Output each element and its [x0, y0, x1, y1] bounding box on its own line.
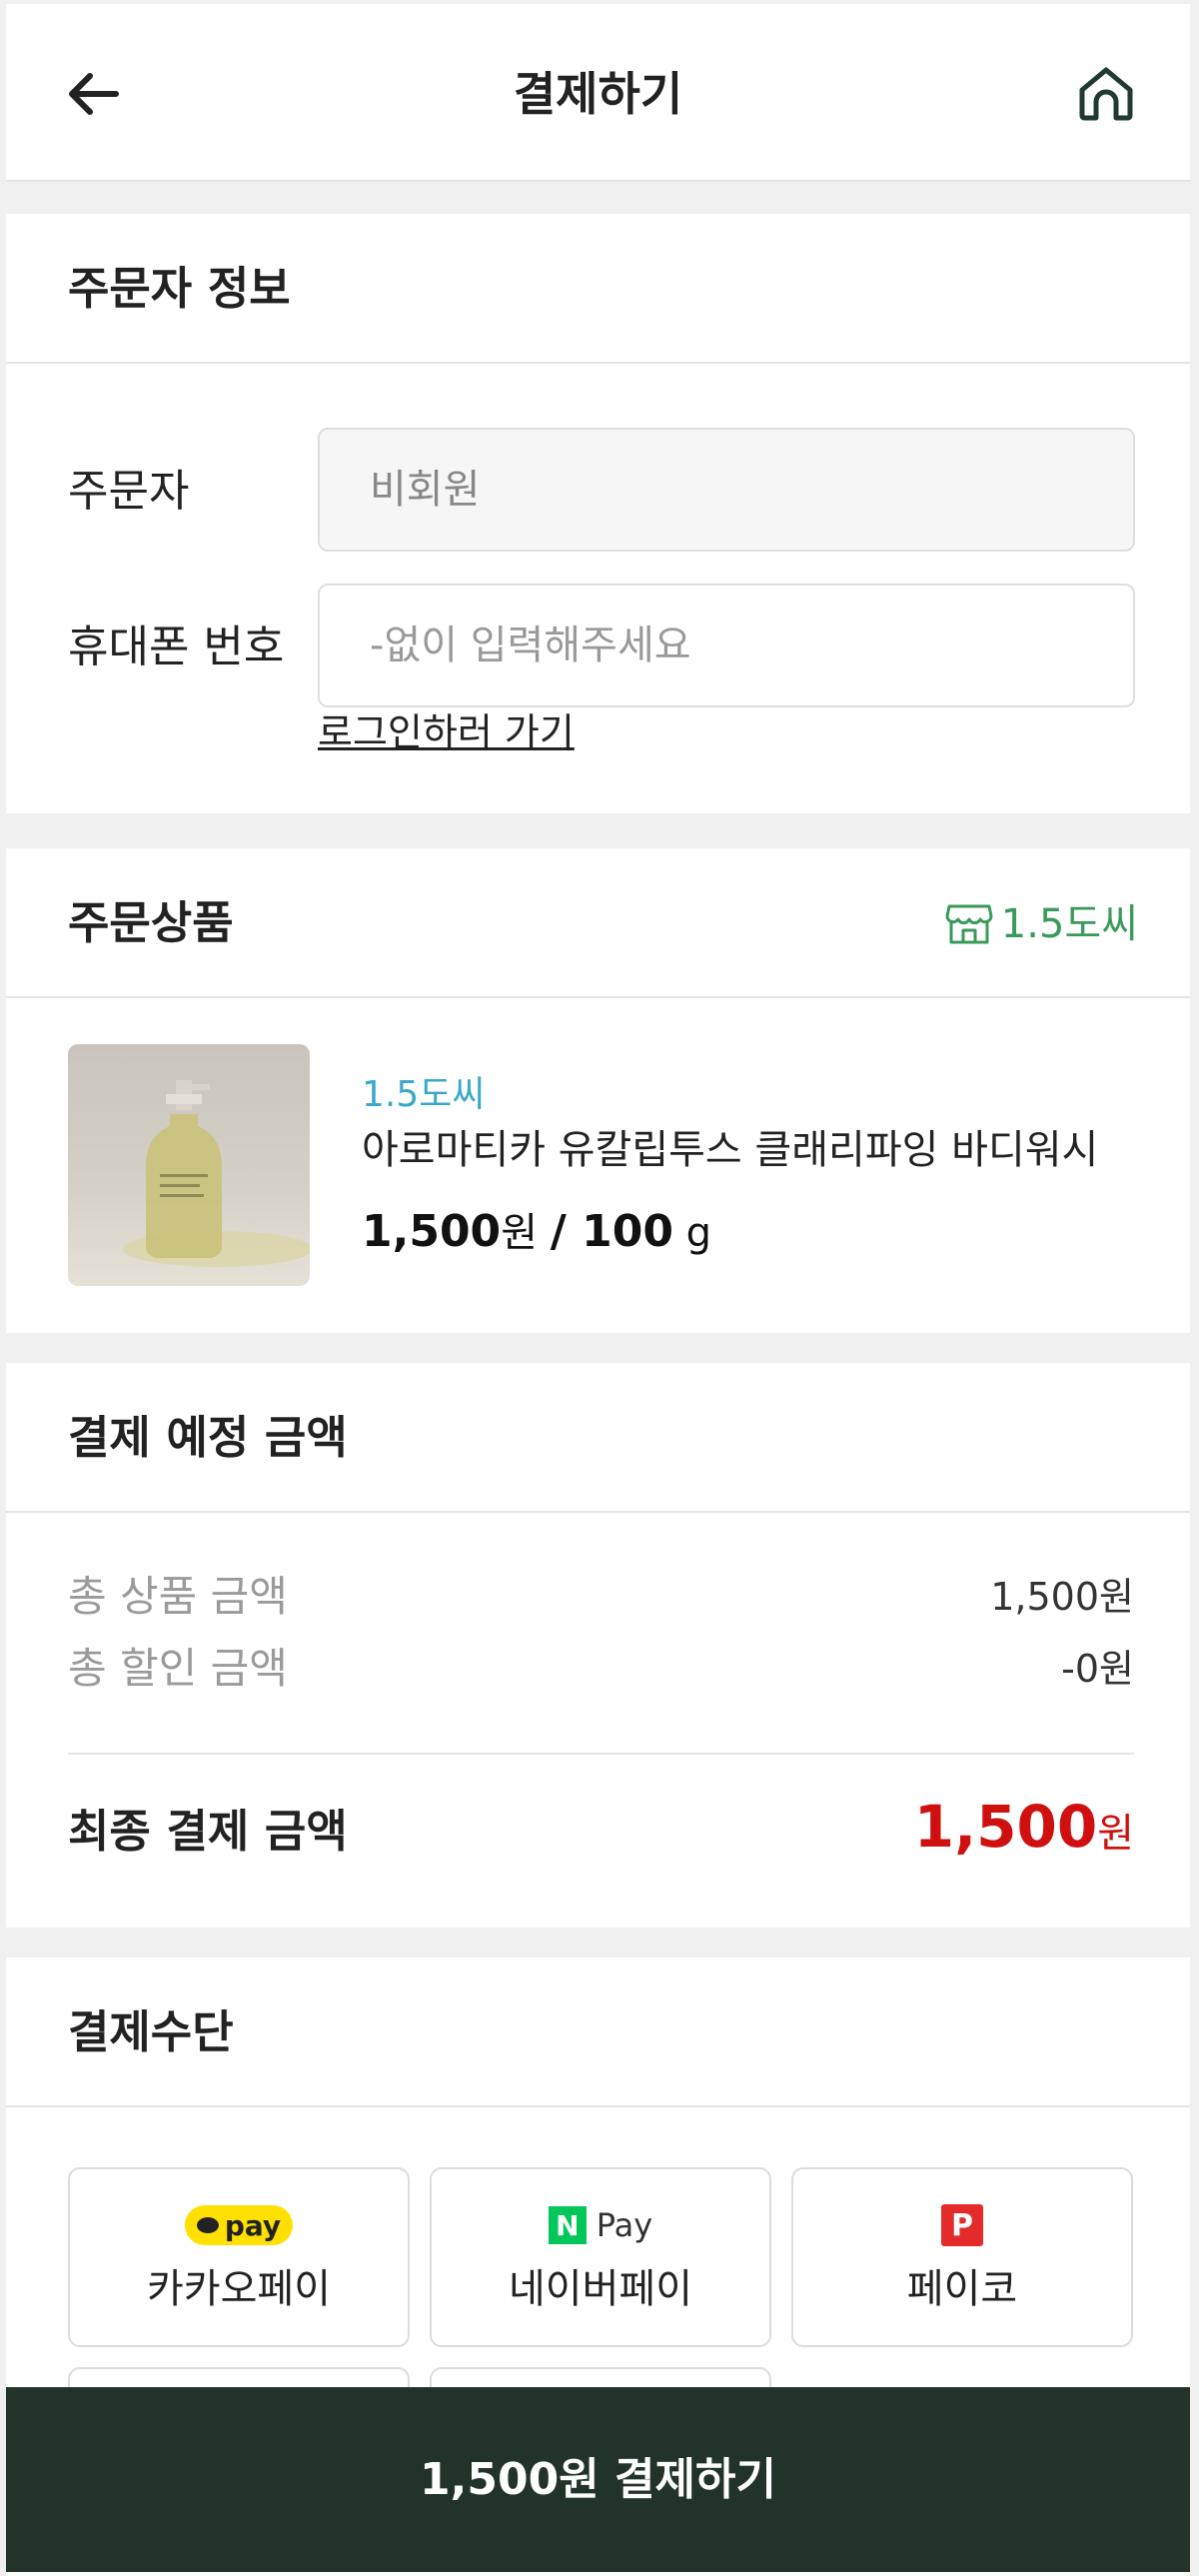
discount-row: 총 할인 금액 -0원 [68, 1639, 1134, 1699]
summary-section-header: 결제 예정 금액 [6, 1363, 1190, 1513]
quantity-amount: / 100 [550, 1206, 673, 1257]
final-price-amount: 1,500 [913, 1793, 1098, 1861]
discount-value: -0원 [1061, 1647, 1134, 1691]
payco-button[interactable]: P 페이코 [791, 2167, 1133, 2347]
home-icon[interactable] [1074, 62, 1138, 126]
section-title: 결제수단 [68, 2005, 234, 2058]
quantity-unit: g [685, 1210, 712, 1256]
price-unit: 원 [501, 1210, 538, 1256]
total-price-value: 1,500원 [990, 1575, 1134, 1619]
section-title: 주문자 정보 [68, 262, 291, 315]
discount-label: 총 할인 금액 [68, 1644, 288, 1693]
naverpay-button[interactable]: N Pay 네이버페이 [430, 2167, 771, 2347]
payco-label: 페이코 [906, 2266, 1018, 2312]
total-price-label: 총 상품 금액 [68, 1572, 288, 1621]
product-section: 주문상품 1.5도씨 1.5도씨 아로마티카 유칼립투스 클래리파잉 바디워시 … [6, 848, 1190, 1333]
kakaopay-button[interactable]: pay 카카오페이 [68, 2167, 410, 2347]
product-name: 아로마티카 유칼립투스 클래리파잉 바디워시 [362, 1127, 1099, 1173]
orderer-name-field[interactable]: 비회원 [318, 428, 1135, 552]
product-section-header: 주문상품 1.5도씨 [6, 848, 1190, 998]
page-title: 결제하기 [513, 67, 683, 121]
store-tag-label: 1.5도씨 [1000, 901, 1138, 947]
final-price-label: 최종 결제 금액 [68, 1805, 348, 1858]
kakaopay-logo-icon: pay [184, 2205, 294, 2245]
product-store: 1.5도씨 [362, 1074, 486, 1115]
divider [68, 1753, 1134, 1755]
method-section-header: 결제수단 [6, 1957, 1190, 2107]
login-link[interactable]: 로그인하러 가기 [318, 707, 575, 757]
price-amount: 1,500 [362, 1206, 502, 1257]
orderer-label: 주문자 [68, 466, 190, 517]
product-image[interactable] [68, 1044, 310, 1286]
final-price-value: 1,500원 [914, 1793, 1134, 1861]
section-title: 주문상품 [68, 896, 234, 949]
naverpay-logo-icon: N Pay [548, 2206, 652, 2244]
payment-summary-section: 결제 예정 금액 총 상품 금액 1,500원 총 할인 금액 -0원 최종 결… [6, 1363, 1190, 1928]
store-icon [945, 904, 993, 944]
final-price-row: 최종 결제 금액 1,500원 [68, 1793, 1134, 1861]
total-price-row: 총 상품 금액 1,500원 [68, 1567, 1134, 1627]
kakaopay-label: 카카오페이 [147, 2266, 331, 2312]
payco-logo-icon: P [941, 2204, 983, 2246]
pay-button[interactable]: 1,500원 결제하기 [6, 2387, 1190, 2572]
final-price-unit: 원 [1097, 1811, 1134, 1857]
product-price: 1,500원 / 100 g [362, 1202, 711, 1263]
checkout-page: 결제하기 주문자 정보 주문자 비회원 휴대폰 번호 -없이 입력해주세요 로그… [6, 4, 1190, 2576]
phone-label: 휴대폰 번호 [68, 622, 285, 672]
phone-input[interactable]: -없이 입력해주세요 [318, 584, 1135, 707]
store-tag[interactable]: 1.5도씨 [945, 896, 1138, 952]
naverpay-label: 네이버페이 [509, 2266, 692, 2312]
orderer-section: 주문자 정보 주문자 비회원 휴대폰 번호 -없이 입력해주세요 로그인하러 가… [6, 214, 1190, 813]
orderer-section-header: 주문자 정보 [6, 214, 1190, 364]
section-title: 결제 예정 금액 [68, 1411, 348, 1464]
app-header: 결제하기 [6, 4, 1190, 182]
